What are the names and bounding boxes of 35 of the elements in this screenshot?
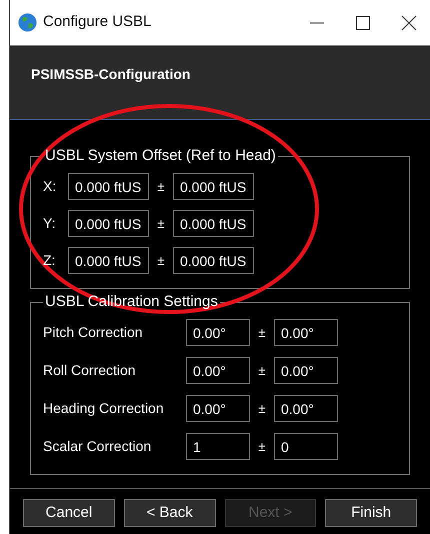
value-field[interactable]: 0.000 ftUS [68, 210, 149, 237]
value-field[interactable]: 0.00° [274, 395, 338, 422]
value-field[interactable]: 0.00° [186, 395, 250, 422]
field-label: Pitch Correction [43, 323, 144, 342]
window-title: Configure USBL [43, 12, 152, 32]
value-field[interactable]: 0.000 ftUS [173, 173, 254, 200]
header-title: PSIMSSB-Configuration [31, 66, 190, 82]
field-label: Scalar Correction [43, 437, 152, 456]
wizard-button[interactable]: Finish [325, 499, 417, 527]
plus-minus-sign: ± [156, 178, 166, 196]
plus-minus-sign: ± [156, 252, 166, 270]
field-label: Z: [43, 251, 56, 270]
value-field[interactable]: 0.00° [274, 319, 338, 346]
value-field[interactable]: 0.00° [274, 357, 338, 384]
wizard-button[interactable]: < Back [124, 499, 216, 527]
value-field[interactable]: 0.000 ftUS [68, 247, 149, 274]
value-field[interactable]: 0 [274, 433, 338, 460]
field-label: Heading Correction [43, 399, 165, 418]
value-field[interactable]: 0.00° [186, 319, 250, 346]
value-field[interactable]: 0.000 ftUS [173, 247, 254, 274]
value-field[interactable]: 0.00° [186, 357, 250, 384]
value-field[interactable]: 1 [186, 433, 250, 460]
plus-minus-sign: ± [257, 362, 267, 380]
globe-icon [18, 13, 37, 32]
group-title: USBL System Offset (Ref to Head) [44, 147, 277, 165]
field-label: X: [43, 177, 58, 196]
plus-minus-sign: ± [257, 324, 267, 342]
plus-minus-sign: ± [257, 438, 267, 456]
value-field[interactable]: 0.000 ftUS [68, 173, 149, 200]
field-label: Y: [43, 214, 56, 233]
value-field[interactable]: 0.000 ftUS [173, 210, 254, 237]
field-label: Roll Correction [43, 361, 137, 380]
wizard-button[interactable]: Cancel [23, 499, 115, 527]
plus-minus-sign: ± [156, 214, 166, 233]
plus-minus-sign: ± [257, 400, 267, 418]
